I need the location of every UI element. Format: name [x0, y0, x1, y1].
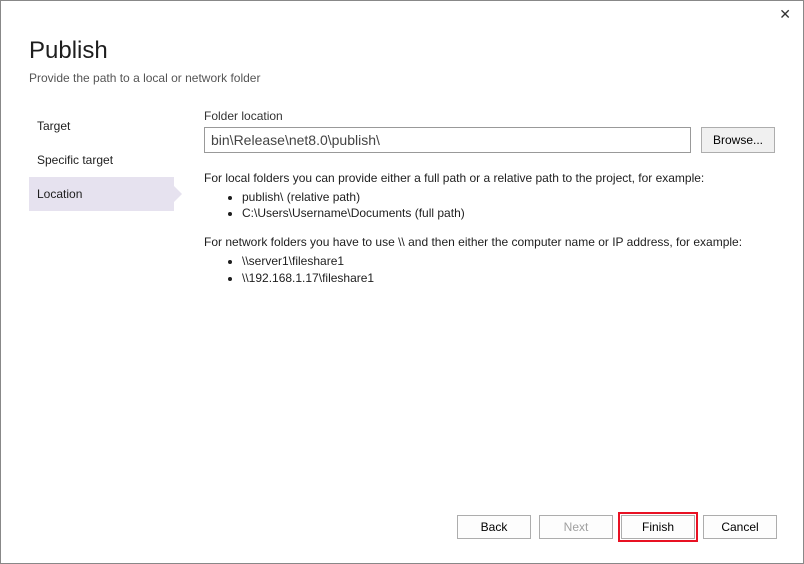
sidebar-item-target[interactable]: Target — [29, 109, 174, 143]
sidebar-item-location[interactable]: Location — [29, 177, 174, 211]
folder-location-label: Folder location — [204, 109, 775, 123]
dialog-header: Publish Provide the path to a local or n… — [1, 1, 803, 93]
content-panel: Folder location Browse... For local fold… — [174, 109, 775, 298]
page-title: Publish — [29, 37, 775, 65]
help-network-intro: For network folders you have to use \\ a… — [204, 233, 775, 251]
back-button[interactable]: Back — [457, 515, 531, 539]
next-button: Next — [539, 515, 613, 539]
sidebar-item-specific-target[interactable]: Specific target — [29, 143, 174, 177]
dialog-button-row: Back Next Finish Cancel — [457, 515, 777, 539]
help-local-example: C:\Users\Username\Documents (full path) — [242, 205, 775, 221]
page-subtitle: Provide the path to a local or network f… — [29, 71, 775, 85]
help-text: For local folders you can provide either… — [204, 169, 775, 286]
sidebar-item-label: Target — [37, 119, 70, 133]
wizard-sidebar: Target Specific target Location — [29, 109, 174, 211]
folder-location-input[interactable] — [204, 127, 691, 153]
help-network-example: \\server1\fileshare1 — [242, 253, 775, 269]
help-local-example: publish\ (relative path) — [242, 189, 775, 205]
sidebar-item-label: Location — [37, 187, 82, 201]
browse-button[interactable]: Browse... — [701, 127, 775, 153]
finish-button[interactable]: Finish — [621, 515, 695, 539]
sidebar-item-label: Specific target — [37, 153, 113, 167]
help-network-example: \\192.168.1.17\fileshare1 — [242, 270, 775, 286]
cancel-button[interactable]: Cancel — [703, 515, 777, 539]
help-local-intro: For local folders you can provide either… — [204, 169, 775, 187]
close-icon[interactable]: ✕ — [779, 7, 791, 21]
